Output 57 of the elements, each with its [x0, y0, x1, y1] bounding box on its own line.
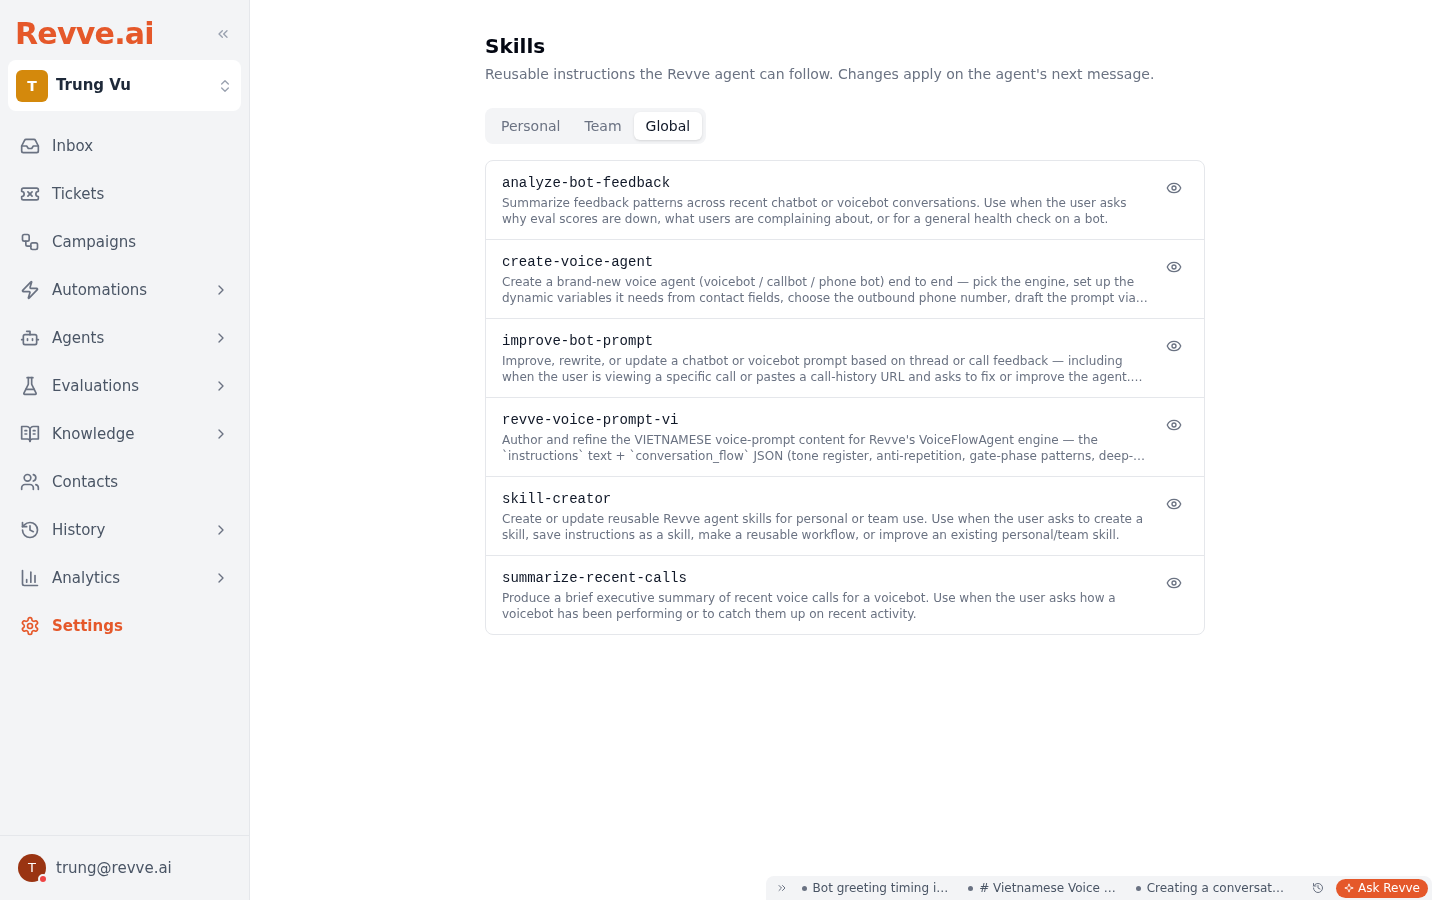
skill-description: Create a brand-new voice agent (voicebot / callbot / phone bot) end to end — pick the engine, set up the dynamic variables it needs from contact fields, choose the outbound phone number, draft the prompt via…	[502, 274, 1149, 306]
book-icon	[20, 424, 40, 444]
eye-icon	[1166, 417, 1182, 433]
tab[interactable]: Personal	[489, 112, 573, 140]
eye-icon	[1166, 575, 1182, 591]
skill-description: Improve, rewrite, or update a chatbot or voicebot prompt based on thread or call feedback — including when the user is viewing a specific call or pastes a call-history URL and asks to fix or improve the agent.…	[502, 353, 1144, 385]
eye-icon	[1166, 180, 1182, 196]
settings-icon	[20, 616, 40, 636]
nav-item[interactable]: Contacts	[8, 462, 241, 502]
nav-item[interactable]: Agents	[8, 318, 241, 358]
inbox-icon	[20, 136, 40, 156]
history-icon	[1312, 882, 1324, 894]
bar-chart-icon	[20, 568, 40, 588]
skill-name: revve-voice-prompt-vi	[502, 411, 680, 430]
nav-item[interactable]: Evaluations	[8, 366, 241, 406]
thread-tab[interactable]: Creating a conversat…	[1127, 876, 1292, 900]
logo: Revve.ai	[15, 16, 154, 52]
thread-tab[interactable]: Bot greeting timing i…	[793, 876, 957, 900]
nav-item[interactable]: Automations	[8, 270, 241, 310]
ticket-icon	[20, 184, 40, 204]
tab[interactable]: Team	[572, 112, 634, 140]
double-chevron-right-icon	[775, 882, 788, 894]
skill-name: summarize-recent-calls	[502, 569, 688, 588]
workspace-avatar: T	[16, 69, 48, 102]
skill-name: improve-bot-prompt	[502, 332, 655, 351]
skill-name: create-voice-agent	[502, 253, 655, 272]
nav-item[interactable]: History	[8, 510, 241, 550]
lightning-icon	[20, 280, 40, 300]
users-icon	[20, 472, 40, 492]
eye-icon	[1166, 338, 1182, 354]
eye-icon	[1166, 496, 1182, 512]
nav-item[interactable]: Tickets	[8, 174, 241, 214]
user-email: trung@revve.ai	[56, 857, 172, 879]
nav-item[interactable]: Inbox	[8, 126, 241, 166]
tab[interactable]: Global	[633, 112, 703, 140]
page-subtitle: Reusable instructions the Revve agent can follow. Changes apply on the agent's next message.	[485, 65, 1156, 84]
nav-item[interactable]: Analytics	[8, 558, 241, 598]
user-avatar[interactable]: T	[18, 854, 46, 882]
skill-name: skill-creator	[502, 490, 613, 509]
skill-description: Author and refine the VIETNAMESE voice-prompt content for Revve's VoiceFlowAgent engine — the `instructions` text + `conversation_flow` JSON (tone register, anti-repetition, gate-phase patterns, deep-…	[502, 432, 1147, 464]
eye-icon	[1166, 259, 1182, 275]
nav-item[interactable]: Knowledge	[8, 414, 241, 454]
skill-description: Create or update reusable Revve agent skills for personal or team use. Use when the user asks to create a skill, save instructions as a skill, make a reusable workflow, or improve an existing personal/team skill.	[502, 511, 1145, 543]
workspace-name: Trung Vu	[56, 75, 133, 97]
skill-description: Summarize feedback patterns across recent chatbot or voicebot conversations. Use when the user asks why eval scores are down, what users are complaining about, or for a general health check on a bot.	[502, 195, 1128, 227]
nav-item[interactable]: Campaigns	[8, 222, 241, 262]
workspace-switcher[interactable]: T Trung Vu	[8, 60, 241, 111]
history-icon	[20, 520, 40, 540]
thread-tab[interactable]: # Vietnamese Voice …	[960, 876, 1124, 900]
sparkle-icon	[1344, 883, 1354, 893]
skill-description: Produce a brief executive summary of recent voice calls for a voicebot. Use when the user asks how a voicebot has been performing or to catch them up on recent activity.	[502, 590, 1117, 622]
flask-icon	[20, 376, 40, 396]
page-title: Skills	[485, 33, 547, 60]
skill-name: analyze-bot-feedback	[502, 174, 672, 193]
ask-button[interactable]: Ask Revve	[1336, 878, 1428, 898]
robot-icon	[20, 328, 40, 348]
workflow-icon	[20, 232, 40, 252]
